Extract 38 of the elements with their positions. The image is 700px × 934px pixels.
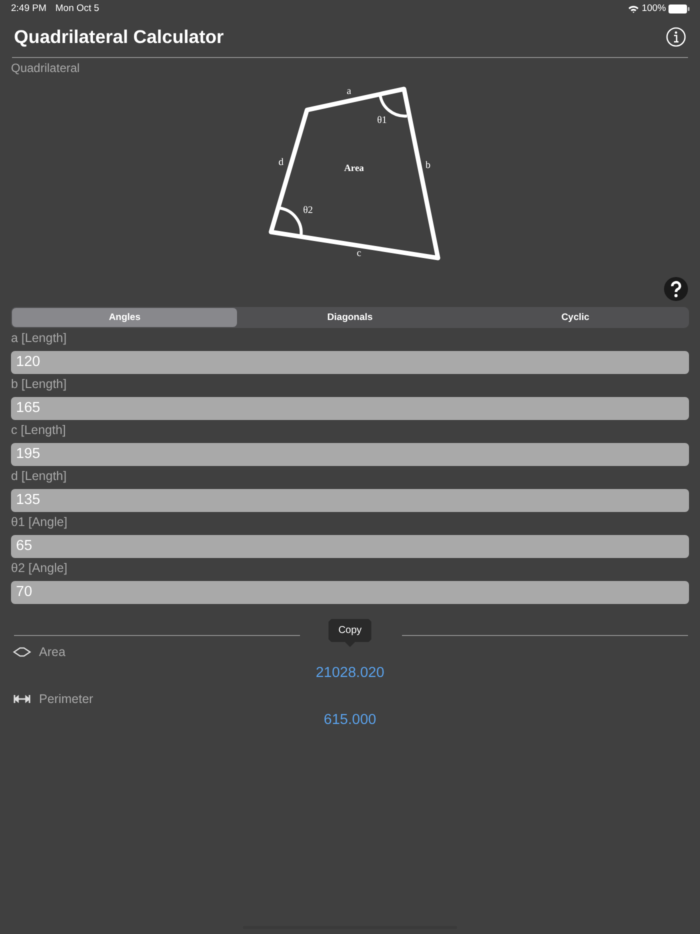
side-label: c (356, 248, 362, 259)
input-field[interactable]: 120 (11, 351, 689, 374)
section-label: Quadrilateral (11, 61, 81, 75)
result-value[interactable]: 21028.020 (316, 665, 384, 681)
input-field[interactable]: 195 (11, 443, 689, 466)
segment-tab[interactable]: Diagonals (237, 308, 463, 327)
diamond-icon (13, 647, 31, 657)
copy-tooltip[interactable]: Copy (328, 619, 372, 647)
segment-tab[interactable]: Angles (12, 308, 238, 327)
help-icon[interactable] (664, 277, 688, 301)
angle-label: θ1 (377, 115, 387, 126)
status-date: Mon Oct 5 (55, 3, 100, 14)
angle-label: θ2 (303, 205, 313, 216)
result-label: Area (39, 645, 66, 659)
field-label: θ2 [Angle] (11, 561, 68, 576)
wifi-icon (628, 4, 639, 12)
app-title: Quadrilateral Calculator (14, 26, 225, 48)
area-label: Area (344, 164, 364, 174)
field-label: d [Length] (11, 469, 68, 484)
status-time: 2:49 PM (11, 3, 46, 14)
battery-percent: 100% (642, 3, 666, 14)
field-label: θ1 [Angle] (11, 515, 68, 530)
battery-icon (668, 4, 690, 14)
side-label: b (426, 160, 430, 171)
side-label: d (278, 157, 284, 168)
segment-tab[interactable]: Cyclic (462, 308, 688, 327)
input-field[interactable]: 135 (11, 489, 689, 512)
input-field[interactable]: 165 (11, 397, 689, 420)
field-label: c [Length] (11, 423, 67, 438)
result-label: Perimeter (39, 692, 94, 706)
side-label: a (346, 86, 352, 97)
field-label: b [Length] (11, 377, 68, 392)
result-value[interactable]: 615.000 (324, 712, 376, 728)
field-label: a [Length] (11, 331, 68, 346)
input-field[interactable]: 70 (11, 581, 689, 604)
input-field[interactable]: 65 (11, 535, 689, 558)
measure-icon (13, 694, 31, 704)
info-icon[interactable] (666, 27, 686, 47)
